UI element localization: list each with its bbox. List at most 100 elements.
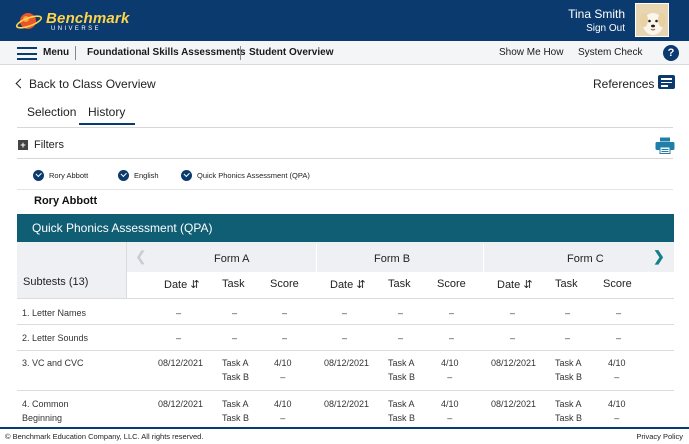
logo-wordmark: Benchmark (46, 10, 130, 27)
cell-task: – (232, 333, 238, 343)
subtest-row-label: 3. VC and CVC (22, 358, 84, 368)
cell-date: – (342, 308, 348, 318)
next-forms-chevron-icon[interactable]: ❯ (653, 248, 665, 265)
date-sort-header-b[interactable]: Date ⇵ (330, 278, 366, 291)
form-column-divider (316, 244, 317, 272)
cell-date: 08/12/2021 (158, 399, 204, 409)
cell-task: – (565, 308, 571, 318)
cell-task: – (398, 333, 404, 343)
cell-score: 4/10 – (274, 399, 292, 423)
task-header-b: Task (388, 278, 411, 290)
task-header-a: Task (222, 278, 245, 290)
tab-selection[interactable]: Selection (27, 105, 76, 119)
nav-bar: Menu Foundational Skills Assessments Stu… (0, 41, 689, 65)
cell-date: 08/12/2021 (491, 399, 537, 409)
avatar[interactable] (635, 3, 669, 37)
cell-date: – (510, 308, 516, 318)
benchmark-logo[interactable]: Benchmark UNIVERSE (15, 8, 130, 34)
filters-toggle[interactable]: Filters (34, 139, 64, 151)
expand-filters-icon[interactable]: + (18, 140, 28, 150)
filter-chip-label: English (134, 171, 159, 180)
cell-date: 08/12/2021 (491, 358, 537, 368)
cell-score: – (282, 333, 288, 343)
menu-button[interactable]: Menu (43, 47, 69, 58)
planet-logo-icon (15, 13, 43, 29)
cell-score: – (616, 308, 622, 318)
date-sort-header-a[interactable]: Date ⇵ (164, 278, 200, 291)
date-header-label: Date (330, 279, 354, 291)
filter-chip-label: Quick Phonics Assessment (QPA) (197, 171, 310, 180)
form-b-header: Form B (374, 253, 411, 265)
tab-history[interactable]: History (88, 105, 125, 119)
row-divider (17, 350, 674, 351)
row-divider (17, 324, 674, 325)
copyright-text: © Benchmark Education Company, LLC. All … (5, 432, 204, 441)
references-link[interactable]: References (593, 77, 654, 91)
cell-task: – (232, 308, 238, 318)
cell-score: – (449, 333, 455, 343)
cell-score: 4/10 – (441, 399, 459, 423)
cell-score: – (616, 333, 622, 343)
cell-date: – (342, 333, 348, 343)
privacy-policy-link[interactable]: Privacy Policy (636, 432, 683, 441)
show-me-how-link[interactable]: Show Me How (499, 47, 563, 58)
back-link[interactable]: Back to Class Overview (15, 77, 156, 91)
system-check-link[interactable]: System Check (578, 47, 642, 58)
nav-student-overview[interactable]: Student Overview (249, 47, 333, 58)
chip-divider (17, 189, 673, 190)
print-icon[interactable] (655, 137, 675, 154)
dog-avatar-icon (636, 4, 668, 36)
subtest-row-label: 4. Common Beginning (22, 399, 69, 423)
cell-task: Task A Task B (222, 358, 250, 382)
cell-task: – (398, 308, 404, 318)
task-header-c: Task (555, 278, 578, 290)
sign-out-link[interactable]: Sign Out (586, 23, 625, 34)
references-icon[interactable] (658, 75, 675, 89)
subtest-row-label: 2. Letter Sounds (22, 333, 89, 343)
row-divider (17, 298, 674, 299)
filter-chip-label: Rory Abbott (49, 171, 89, 180)
cell-date: – (176, 333, 182, 343)
check-circle-icon (33, 170, 44, 181)
cell-task: Task A Task B (388, 358, 416, 382)
cell-task: Task A Task B (555, 399, 583, 423)
date-header-label: Date (497, 279, 521, 291)
help-icon[interactable]: ? (663, 45, 679, 61)
user-name: Tina Smith (568, 7, 625, 21)
score-header-a: Score (270, 278, 299, 290)
cell-score: – (449, 308, 455, 318)
cell-task: Task A Task B (555, 358, 583, 382)
subtests-header-cell: Subtests (13) (17, 242, 127, 298)
check-circle-icon (181, 170, 192, 181)
previous-forms-chevron-icon[interactable]: ❮ (135, 248, 147, 265)
nav-divider (75, 46, 76, 60)
row-divider (17, 390, 674, 391)
nav-divider (240, 46, 241, 60)
cell-score: – (282, 308, 288, 318)
chevron-left-icon (15, 78, 26, 89)
filter-divider (17, 158, 673, 159)
cell-score: 4/10 – (274, 358, 292, 382)
date-sort-header-c[interactable]: Date ⇵ (497, 278, 533, 291)
subtests-count-label: Subtests (13) (23, 276, 89, 288)
cell-date: 08/12/2021 (324, 399, 370, 409)
assessment-title: Quick Phonics Assessment (QPA) (32, 221, 213, 235)
top-header: Benchmark UNIVERSE Tina Smith Sign Out (0, 0, 689, 41)
cell-task: – (565, 333, 571, 343)
sort-icon: ⇵ (190, 279, 200, 291)
nav-foundational-skills[interactable]: Foundational Skills Assessments (87, 47, 246, 58)
date-header-label: Date (164, 279, 188, 291)
cell-date: – (176, 308, 182, 318)
cell-date: 08/12/2021 (324, 358, 370, 368)
assessment-header-bar: Quick Phonics Assessment (QPA) (17, 214, 674, 242)
check-circle-icon (118, 170, 129, 181)
cell-score: 4/10 – (441, 358, 459, 382)
score-header-b: Score (437, 278, 466, 290)
active-tab-indicator (79, 123, 135, 125)
cell-task: Task A Task B (222, 399, 250, 423)
footer: © Benchmark Education Company, LLC. All … (0, 427, 689, 444)
cell-score: 4/10 – (608, 358, 626, 382)
sort-icon: ⇵ (523, 279, 533, 291)
hamburger-menu-icon[interactable] (17, 47, 37, 60)
sort-icon: ⇵ (356, 279, 366, 291)
